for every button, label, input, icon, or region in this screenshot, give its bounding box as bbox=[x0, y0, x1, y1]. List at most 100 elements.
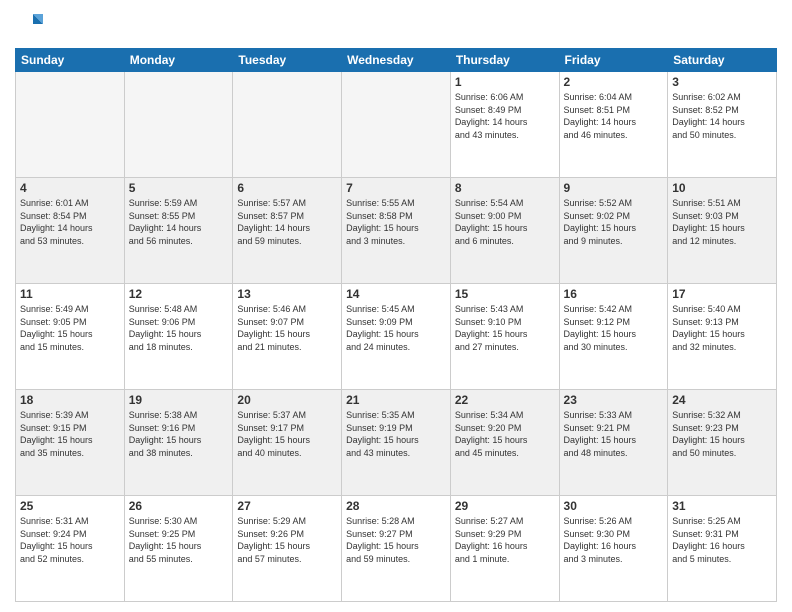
calendar-cell: 7Sunrise: 5:55 AM Sunset: 8:58 PM Daylig… bbox=[342, 178, 451, 284]
calendar-cell: 17 Sunrise: 5:40 AM Sunset: 9:13 PM Dayli… bbox=[668, 284, 777, 390]
day-number: 5 bbox=[129, 181, 229, 195]
day-info: Sunrise: 5:52 AM Sunset: 9:02 PM Dayligh… bbox=[564, 197, 664, 247]
day-number: 14 bbox=[346, 287, 446, 301]
calendar-cell: 29 Sunrise: 5:27 AM Sunset: 9:29 PM Dayli… bbox=[450, 496, 559, 602]
day-info: Sunrise: 5:27 AM Sunset: 9:29 PM Dayligh… bbox=[455, 515, 555, 565]
day-info: Sunrise: 6:06 AM Sunset: 8:49 PM Dayligh… bbox=[455, 91, 555, 141]
day-info: Sunrise: 5:26 AM Sunset: 9:30 PM Dayligh… bbox=[564, 515, 664, 565]
calendar-cell bbox=[342, 72, 451, 178]
day-info: Sunrise: 5:54 AM Sunset: 9:00 PM Dayligh… bbox=[455, 197, 555, 247]
day-info: Sunrise: 5:34 AM Sunset: 9:20 PM Dayligh… bbox=[455, 409, 555, 459]
day-number: 15 bbox=[455, 287, 555, 301]
day-number: 13 bbox=[237, 287, 337, 301]
calendar-cell: 22 Sunrise: 5:34 AM Sunset: 9:20 PM Dayli… bbox=[450, 390, 559, 496]
weekday-header-friday: Friday bbox=[559, 49, 668, 72]
day-info: Sunrise: 5:30 AM Sunset: 9:25 PM Dayligh… bbox=[129, 515, 229, 565]
calendar-week-4: 18 Sunrise: 5:39 AM Sunset: 9:15 PM Dayli… bbox=[16, 390, 777, 496]
calendar-table: SundayMondayTuesdayWednesdayThursdayFrid… bbox=[15, 48, 777, 602]
calendar-cell: 13 Sunrise: 5:46 AM Sunset: 9:07 PM Dayli… bbox=[233, 284, 342, 390]
day-info: Sunrise: 6:02 AM Sunset: 8:52 PM Dayligh… bbox=[672, 91, 772, 141]
day-info: Sunrise: 5:31 AM Sunset: 9:24 PM Dayligh… bbox=[20, 515, 120, 565]
calendar-cell: 28 Sunrise: 5:28 AM Sunset: 9:27 PM Dayli… bbox=[342, 496, 451, 602]
calendar-cell bbox=[16, 72, 125, 178]
calendar-cell bbox=[233, 72, 342, 178]
calendar-cell bbox=[124, 72, 233, 178]
day-number: 25 bbox=[20, 499, 120, 513]
day-number: 2 bbox=[564, 75, 664, 89]
day-number: 17 bbox=[672, 287, 772, 301]
day-number: 4 bbox=[20, 181, 120, 195]
day-number: 20 bbox=[237, 393, 337, 407]
day-number: 19 bbox=[129, 393, 229, 407]
calendar-cell: 15 Sunrise: 5:43 AM Sunset: 9:10 PM Dayli… bbox=[450, 284, 559, 390]
day-info: Sunrise: 5:46 AM Sunset: 9:07 PM Dayligh… bbox=[237, 303, 337, 353]
day-info: Sunrise: 5:25 AM Sunset: 9:31 PM Dayligh… bbox=[672, 515, 772, 565]
weekday-header-tuesday: Tuesday bbox=[233, 49, 342, 72]
calendar-cell: 1 Sunrise: 6:06 AM Sunset: 8:49 PM Daylig… bbox=[450, 72, 559, 178]
calendar-cell: 26 Sunrise: 5:30 AM Sunset: 9:25 PM Dayli… bbox=[124, 496, 233, 602]
day-number: 12 bbox=[129, 287, 229, 301]
day-number: 29 bbox=[455, 499, 555, 513]
logo-icon bbox=[15, 10, 45, 40]
day-info: Sunrise: 6:01 AM Sunset: 8:54 PM Dayligh… bbox=[20, 197, 120, 247]
calendar-cell: 31 Sunrise: 5:25 AM Sunset: 9:31 PM Dayli… bbox=[668, 496, 777, 602]
weekday-header-thursday: Thursday bbox=[450, 49, 559, 72]
calendar-cell: 25 Sunrise: 5:31 AM Sunset: 9:24 PM Dayli… bbox=[16, 496, 125, 602]
calendar-cell: 24Sunrise: 5:32 AM Sunset: 9:23 PM Dayli… bbox=[668, 390, 777, 496]
calendar-cell: 4 Sunrise: 6:01 AM Sunset: 8:54 PM Daylig… bbox=[16, 178, 125, 284]
day-number: 18 bbox=[20, 393, 120, 407]
day-info: Sunrise: 5:32 AM Sunset: 9:23 PM Dayligh… bbox=[672, 409, 772, 459]
day-info: Sunrise: 5:37 AM Sunset: 9:17 PM Dayligh… bbox=[237, 409, 337, 459]
calendar-cell: 9 Sunrise: 5:52 AM Sunset: 9:02 PM Daylig… bbox=[559, 178, 668, 284]
calendar-cell: 19 Sunrise: 5:38 AM Sunset: 9:16 PM Dayli… bbox=[124, 390, 233, 496]
day-info: Sunrise: 5:38 AM Sunset: 9:16 PM Dayligh… bbox=[129, 409, 229, 459]
calendar-week-2: 4 Sunrise: 6:01 AM Sunset: 8:54 PM Daylig… bbox=[16, 178, 777, 284]
day-number: 1 bbox=[455, 75, 555, 89]
day-info: Sunrise: 5:49 AM Sunset: 9:05 PM Dayligh… bbox=[20, 303, 120, 353]
calendar-cell: 12Sunrise: 5:48 AM Sunset: 9:06 PM Dayli… bbox=[124, 284, 233, 390]
day-number: 26 bbox=[129, 499, 229, 513]
logo bbox=[15, 10, 49, 40]
day-info: Sunrise: 5:39 AM Sunset: 9:15 PM Dayligh… bbox=[20, 409, 120, 459]
day-number: 31 bbox=[672, 499, 772, 513]
day-info: Sunrise: 5:42 AM Sunset: 9:12 PM Dayligh… bbox=[564, 303, 664, 353]
day-number: 9 bbox=[564, 181, 664, 195]
day-number: 30 bbox=[564, 499, 664, 513]
calendar-week-5: 25 Sunrise: 5:31 AM Sunset: 9:24 PM Dayli… bbox=[16, 496, 777, 602]
weekday-header-wednesday: Wednesday bbox=[342, 49, 451, 72]
calendar-cell: 14 Sunrise: 5:45 AM Sunset: 9:09 PM Dayli… bbox=[342, 284, 451, 390]
calendar-cell: 30 Sunrise: 5:26 AM Sunset: 9:30 PM Dayli… bbox=[559, 496, 668, 602]
calendar-cell: 10 Sunrise: 5:51 AM Sunset: 9:03 PM Dayli… bbox=[668, 178, 777, 284]
calendar-cell: 21 Sunrise: 5:35 AM Sunset: 9:19 PM Dayli… bbox=[342, 390, 451, 496]
day-info: Sunrise: 5:43 AM Sunset: 9:10 PM Dayligh… bbox=[455, 303, 555, 353]
day-info: Sunrise: 5:35 AM Sunset: 9:19 PM Dayligh… bbox=[346, 409, 446, 459]
day-info: Sunrise: 5:45 AM Sunset: 9:09 PM Dayligh… bbox=[346, 303, 446, 353]
day-info: Sunrise: 5:55 AM Sunset: 8:58 PM Dayligh… bbox=[346, 197, 446, 247]
calendar-cell: 18 Sunrise: 5:39 AM Sunset: 9:15 PM Dayli… bbox=[16, 390, 125, 496]
calendar-cell: 2Sunrise: 6:04 AM Sunset: 8:51 PM Daylig… bbox=[559, 72, 668, 178]
day-info: Sunrise: 5:29 AM Sunset: 9:26 PM Dayligh… bbox=[237, 515, 337, 565]
day-number: 28 bbox=[346, 499, 446, 513]
calendar-week-1: 1 Sunrise: 6:06 AM Sunset: 8:49 PM Daylig… bbox=[16, 72, 777, 178]
day-info: Sunrise: 5:40 AM Sunset: 9:13 PM Dayligh… bbox=[672, 303, 772, 353]
calendar-cell: 20 Sunrise: 5:37 AM Sunset: 9:17 PM Dayli… bbox=[233, 390, 342, 496]
day-number: 23 bbox=[564, 393, 664, 407]
day-number: 10 bbox=[672, 181, 772, 195]
day-info: Sunrise: 5:28 AM Sunset: 9:27 PM Dayligh… bbox=[346, 515, 446, 565]
calendar-week-3: 11 Sunrise: 5:49 AM Sunset: 9:05 PM Dayli… bbox=[16, 284, 777, 390]
calendar-cell: 16 Sunrise: 5:42 AM Sunset: 9:12 PM Dayli… bbox=[559, 284, 668, 390]
calendar-cell: 8Sunrise: 5:54 AM Sunset: 9:00 PM Daylig… bbox=[450, 178, 559, 284]
calendar-cell: 23 Sunrise: 5:33 AM Sunset: 9:21 PM Dayli… bbox=[559, 390, 668, 496]
weekday-header-row: SundayMondayTuesdayWednesdayThursdayFrid… bbox=[16, 49, 777, 72]
day-number: 16 bbox=[564, 287, 664, 301]
day-number: 6 bbox=[237, 181, 337, 195]
day-info: Sunrise: 5:51 AM Sunset: 9:03 PM Dayligh… bbox=[672, 197, 772, 247]
day-number: 22 bbox=[455, 393, 555, 407]
day-info: Sunrise: 5:33 AM Sunset: 9:21 PM Dayligh… bbox=[564, 409, 664, 459]
day-info: Sunrise: 5:57 AM Sunset: 8:57 PM Dayligh… bbox=[237, 197, 337, 247]
day-number: 11 bbox=[20, 287, 120, 301]
weekday-header-monday: Monday bbox=[124, 49, 233, 72]
day-number: 21 bbox=[346, 393, 446, 407]
calendar-cell: 27Sunrise: 5:29 AM Sunset: 9:26 PM Dayli… bbox=[233, 496, 342, 602]
calendar-cell: 11 Sunrise: 5:49 AM Sunset: 9:05 PM Dayli… bbox=[16, 284, 125, 390]
